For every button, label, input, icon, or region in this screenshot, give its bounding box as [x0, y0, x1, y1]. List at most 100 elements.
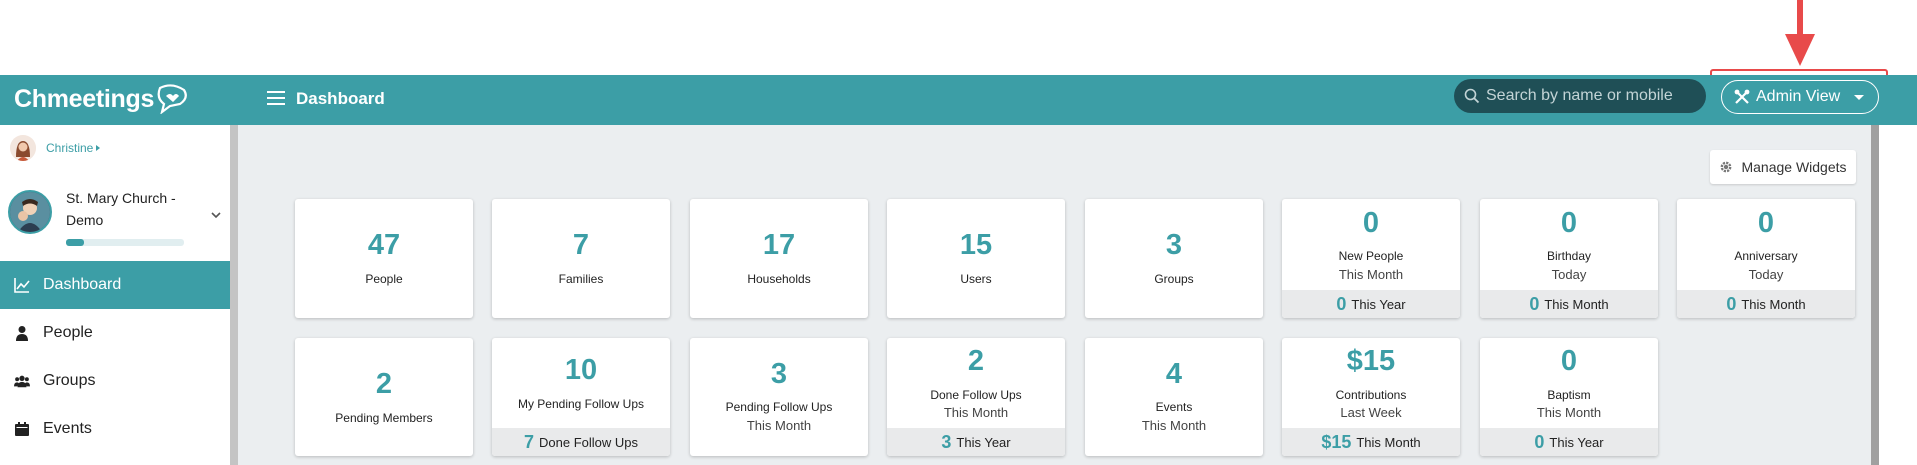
- widget-value: 0: [1362, 207, 1380, 239]
- brand-name: Chmeetings: [14, 84, 155, 113]
- widget-footer-value: 3: [941, 431, 952, 452]
- widget-footer: 0 This Month: [1677, 290, 1855, 318]
- widget-label: My Pending Follow Ups: [517, 397, 645, 411]
- widget-baptism[interactable]: 0 Baptism This Month 0 This Year: [1480, 338, 1658, 456]
- widget-label: Done Follow Ups: [930, 388, 1022, 402]
- gear-icon: [1721, 161, 1732, 173]
- widget-done-follow-ups[interactable]: 2 Done Follow Ups This Month 3 This Year: [887, 338, 1065, 456]
- church-selector[interactable]: St. Mary Church - Demo: [8, 187, 226, 247]
- sidebar-scrollbar[interactable]: [230, 125, 238, 465]
- widget-footer-label: This Year: [1549, 434, 1604, 450]
- widget-label: Anniversary: [1734, 249, 1798, 263]
- widget-footer-value: 0: [1726, 293, 1737, 314]
- widget-label: Events: [1155, 400, 1193, 414]
- widget-footer: 7 Done Follow Ups: [492, 428, 670, 456]
- widget-value: 15: [959, 229, 993, 261]
- church-name: St. Mary Church - Demo: [66, 190, 176, 228]
- manage-widgets-button[interactable]: Manage Widgets: [1710, 150, 1856, 184]
- person-icon: [16, 326, 28, 341]
- widget-footer-label: This Month: [1544, 296, 1609, 312]
- manage-widgets-label: Manage Widgets: [1741, 159, 1847, 175]
- widget-anniversary[interactable]: 0 Anniversary Today 0 This Month: [1677, 199, 1855, 318]
- widget-footer-label: This Year: [1351, 296, 1406, 312]
- chart-line-icon: [14, 278, 30, 293]
- widget-groups[interactable]: 3 Groups: [1085, 199, 1263, 318]
- widget-label: Contributions: [1335, 388, 1407, 402]
- widget-footer-label: This Year: [956, 434, 1011, 450]
- widget-label: Pending Members: [335, 411, 433, 425]
- widget-period: This Month: [746, 418, 812, 433]
- widget-footer: 0 This Month: [1480, 290, 1658, 318]
- admin-view-button[interactable]: Admin View: [1721, 80, 1879, 114]
- widget-events[interactable]: 4 Events This Month: [1085, 338, 1263, 456]
- widget-value: $15: [1346, 345, 1396, 377]
- widget-users[interactable]: 15 Users: [887, 199, 1065, 318]
- widget-value: 0: [1757, 207, 1775, 239]
- search-box[interactable]: [1454, 79, 1706, 113]
- sidebar-item-label: Events: [43, 420, 92, 437]
- sidebar-item-events[interactable]: Events: [0, 405, 230, 453]
- widget-new-people[interactable]: 0 New People This Month 0 This Year: [1282, 199, 1460, 318]
- widget-my-pending-follow-ups[interactable]: 10 My Pending Follow Ups 7 Done Follow U…: [492, 338, 670, 456]
- widget-value: 17: [762, 229, 796, 261]
- sidebar-item-people[interactable]: People: [0, 309, 230, 357]
- widget-footer: $15 This Month: [1282, 428, 1460, 456]
- widget-value: 7: [572, 229, 590, 261]
- widget-footer: 0 This Year: [1480, 428, 1658, 456]
- sidebar-item-label: People: [43, 324, 93, 341]
- widget-pending-members[interactable]: 2 Pending Members: [295, 338, 473, 456]
- annotation-arrow: [1785, 0, 1815, 66]
- caret-right-icon: [96, 145, 101, 151]
- widget-people[interactable]: 47 People: [295, 199, 473, 318]
- page-title: Dashboard: [296, 89, 385, 108]
- widget-period: Today: [1551, 267, 1587, 282]
- chevron-down-icon[interactable]: [210, 209, 222, 221]
- widget-value: 2: [967, 345, 985, 377]
- church-progress-bar: [66, 239, 184, 246]
- main-scrollbar[interactable]: [1871, 125, 1879, 465]
- sidebar: Christine St. Mary Church - Demo Dashboa…: [0, 125, 232, 465]
- sidebar-item-dashboard[interactable]: Dashboard: [0, 261, 230, 309]
- widget-value: 3: [1165, 229, 1183, 261]
- widget-households[interactable]: 17 Households: [690, 199, 868, 318]
- user-menu[interactable]: Christine: [10, 135, 101, 161]
- widget-footer-value: 7: [523, 431, 534, 452]
- widget-value: 3: [770, 358, 788, 390]
- tools-icon: [1734, 89, 1750, 104]
- calendar-icon: [15, 422, 29, 436]
- sidebar-nav: Dashboard People Groups Events: [0, 261, 230, 453]
- sidebar-item-label: Dashboard: [43, 276, 122, 293]
- widget-label: New People: [1338, 249, 1404, 263]
- search-icon: [1464, 88, 1480, 104]
- hamburger-menu-icon[interactable]: [264, 87, 288, 111]
- right-margin: [1879, 125, 1917, 465]
- admin-view-label: Admin View: [1756, 88, 1841, 105]
- widget-footer-label: This Month: [1741, 296, 1806, 312]
- widget-label: Families: [558, 272, 604, 286]
- widget-footer-value: 0: [1336, 293, 1347, 314]
- top-header: Chmeetings Dashboard Admin Vie: [0, 75, 1917, 125]
- widget-period: This Month: [943, 405, 1009, 420]
- widget-families[interactable]: 7 Families: [492, 199, 670, 318]
- widget-contributions[interactable]: $15 Contributions Last Week $15 This Mon…: [1282, 338, 1460, 456]
- sidebar-item-groups[interactable]: Groups: [0, 357, 230, 405]
- widget-pending-follow-ups[interactable]: 3 Pending Follow Ups This Month: [690, 338, 868, 456]
- widget-period: Today: [1748, 267, 1784, 282]
- church-avatar: [8, 190, 52, 234]
- user-avatar: [10, 135, 36, 161]
- church-progress-fill: [66, 239, 84, 246]
- caret-down-icon: [1854, 94, 1865, 100]
- widget-birthday[interactable]: 0 Birthday Today 0 This Month: [1480, 199, 1658, 318]
- widget-footer-label: Done Follow Ups: [539, 434, 638, 450]
- widget-period: This Month: [1338, 267, 1404, 282]
- widget-period: Last Week: [1340, 405, 1402, 420]
- widget-footer-label: This Month: [1356, 434, 1421, 450]
- brand-logo[interactable]: Chmeetings: [14, 81, 188, 117]
- widget-label: Groups: [1154, 272, 1194, 286]
- widget-value: 0: [1560, 345, 1578, 377]
- widget-label: Birthday: [1546, 249, 1592, 263]
- widget-label: Users: [960, 272, 992, 286]
- page: Chmeetings Dashboard Admin Vie: [0, 0, 1917, 465]
- search-input[interactable]: [1486, 87, 1701, 105]
- sidebar-item-label: Groups: [43, 372, 96, 389]
